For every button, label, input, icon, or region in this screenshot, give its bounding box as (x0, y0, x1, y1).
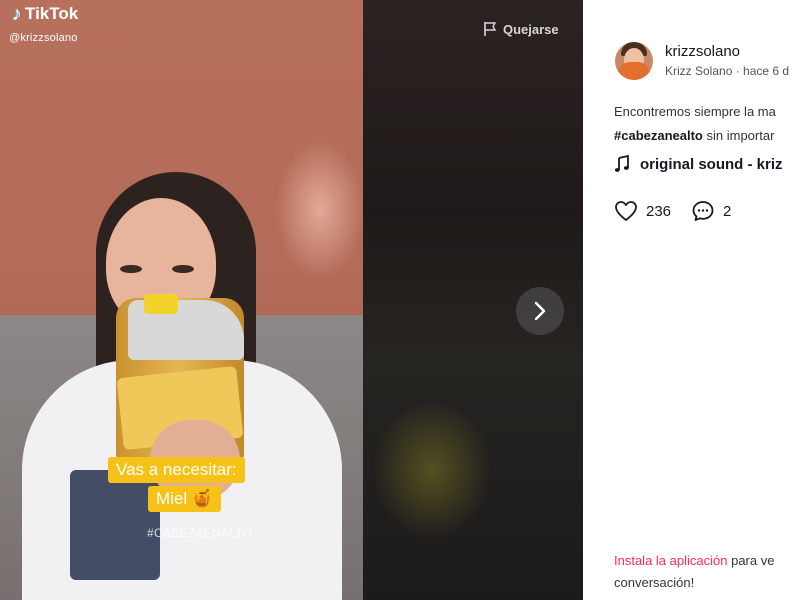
video-player[interactable]: ♪ TikTok @krizzsolano Vas a necesitar: M… (0, 0, 363, 600)
comment-count: 2 (723, 202, 732, 220)
description-line-1: Encontremos siempre la ma (614, 104, 776, 119)
engagement-stats: 236 2 (614, 200, 743, 222)
tiktok-note-icon: ♪ (12, 3, 22, 25)
install-app-link[interactable]: Instala la aplicación (614, 553, 727, 568)
install-line-2: conversación! (614, 575, 695, 590)
post-description: Encontremos siempre la ma #cabezanealto … (614, 100, 800, 148)
sound-name: original sound - kriz (640, 155, 783, 173)
like-count: 236 (646, 202, 672, 220)
description-rest: sin importar (706, 128, 775, 143)
right-eye (172, 265, 194, 273)
install-prompt: Instala la aplicación para ve conversaci… (614, 550, 800, 594)
chevron-right-icon (534, 301, 546, 321)
comment-button[interactable]: 2 (691, 200, 731, 222)
username[interactable]: krizzsolano (665, 43, 740, 60)
left-eye (120, 265, 142, 273)
like-button[interactable]: 236 (614, 200, 671, 222)
report-label: Quejarse (503, 21, 559, 37)
hashtag-link[interactable]: #cabezanealto (614, 128, 703, 143)
comment-icon (692, 201, 714, 221)
post-info-panel: krizzsolano Krizz Solano · hace 6 d Enco… (583, 0, 800, 600)
next-video-button[interactable] (516, 287, 564, 335)
caption-line-1: Vas a necesitar: (108, 457, 245, 483)
author-subline: Krizz Solano · hace 6 d (665, 64, 789, 78)
install-line-1-rest: para ve (731, 553, 775, 568)
wall-light-reflection (275, 140, 363, 280)
shirt-print (70, 470, 160, 580)
music-note-icon (614, 155, 629, 172)
flag-icon (484, 22, 497, 36)
time-ago: · hace 6 d (735, 64, 790, 78)
install-line-1: Instala la aplicación para ve (614, 550, 800, 572)
hashtag-overlay: #CABEZAENALTO (147, 526, 253, 540)
avatar[interactable] (615, 42, 653, 80)
sound-link[interactable]: original sound - kriz (614, 155, 783, 173)
display-name: Krizz Solano (665, 64, 733, 78)
report-button[interactable]: Quejarse (483, 21, 559, 37)
caption-line-2: Miel 🍯 (148, 486, 222, 512)
honey-jug-cap (144, 294, 178, 314)
description-line-2: #cabezanealto sin importar (614, 124, 800, 148)
watermark-username: @krizzsolano (9, 32, 78, 44)
tiktok-logo-text: TikTok (25, 4, 79, 23)
heart-icon (615, 201, 637, 221)
tiktok-logo: ♪ TikTok (12, 4, 78, 24)
player-glow (372, 400, 492, 540)
